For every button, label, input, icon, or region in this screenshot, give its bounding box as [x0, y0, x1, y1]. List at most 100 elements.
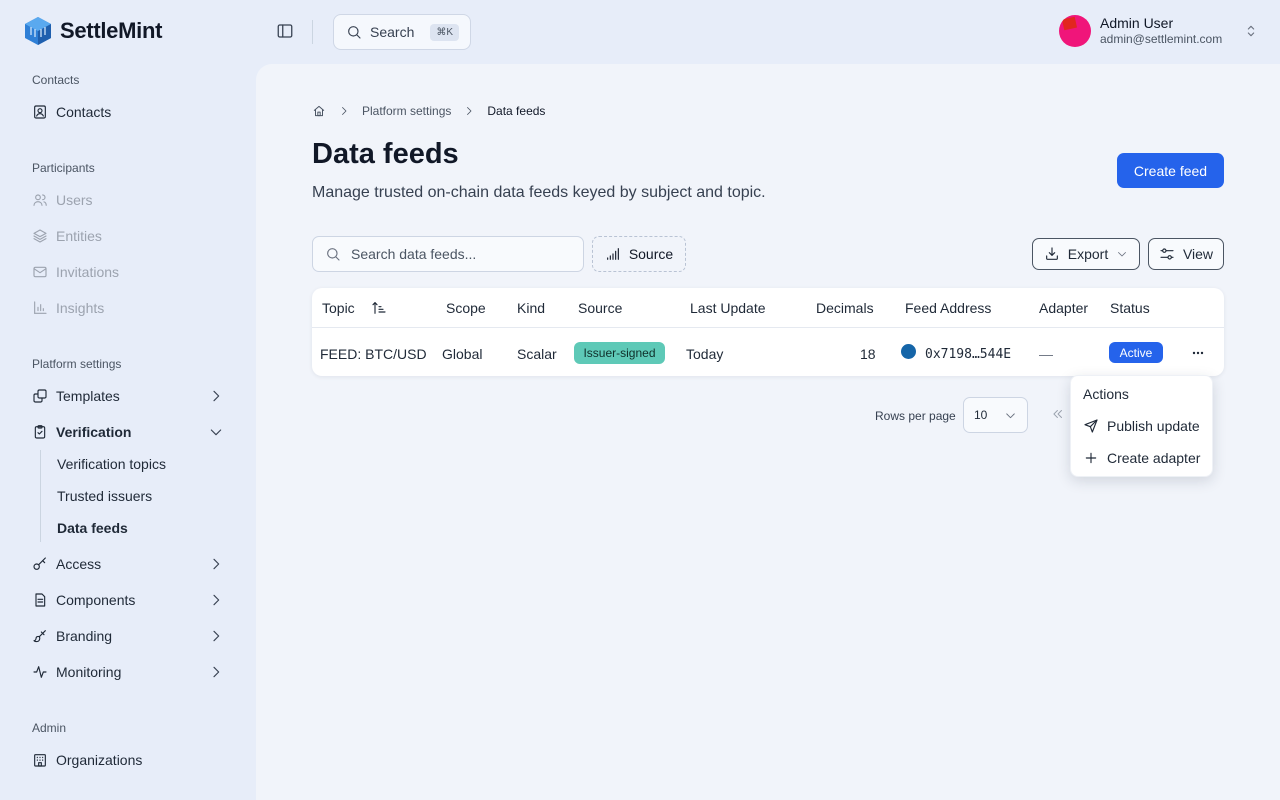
sidebar-item-label: Branding [56, 628, 113, 644]
signal-bars-icon [605, 246, 621, 262]
clipboard-check-icon [32, 424, 48, 440]
chevron-right-icon [208, 592, 224, 608]
user-menu[interactable]: Admin User admin@settlemint.com [1059, 15, 1259, 47]
search-icon [325, 246, 341, 262]
breadcrumb-item-platform-settings[interactable]: Platform settings [362, 104, 451, 118]
rows-per-page-value: 10 [974, 408, 988, 422]
sidebar-item-verification[interactable]: Verification [32, 418, 224, 446]
cell-feed-address[interactable]: 0x7198…544E [925, 347, 1011, 362]
sidebar-section-platform-settings: Platform settings [32, 357, 122, 371]
app-name: SettleMint [60, 18, 163, 43]
status-badge: Active [1109, 342, 1163, 363]
sidebar-item-label: Insights [56, 300, 105, 316]
sidebar-item-users[interactable]: Users [32, 186, 224, 214]
users-icon [32, 192, 48, 208]
data-feeds-search [312, 236, 584, 272]
first-page-icon[interactable] [1051, 407, 1065, 421]
sidebar-item-label: Templates [56, 388, 120, 404]
search-shortcut: ⌘K [430, 23, 460, 41]
column-header-feed-address[interactable]: Feed Address [905, 300, 991, 316]
sidebar-item-label: Verification [56, 424, 132, 440]
cell-decimals: 18 [860, 346, 876, 362]
breadcrumb: Platform settings Data feeds [312, 104, 545, 118]
sidebar-item-access[interactable]: Access [32, 550, 224, 578]
column-header-status[interactable]: Status [1110, 300, 1150, 316]
sidebar-item-label: Contacts [56, 104, 112, 120]
key-icon [32, 556, 48, 572]
rows-per-page-select[interactable]: 10 [963, 397, 1028, 433]
chevron-down-icon [1116, 248, 1128, 260]
source-badge: Issuer-signed [574, 342, 665, 364]
app-logo[interactable]: SettleMint [24, 16, 162, 46]
contact-card-icon [32, 104, 48, 120]
sort-ascending-icon[interactable] [371, 300, 387, 316]
home-icon[interactable] [312, 104, 326, 118]
sidebar-subitem-data-feeds[interactable]: Data feeds [57, 520, 128, 536]
sidebar-item-branding[interactable]: Branding [32, 622, 224, 650]
menu-item-publish-update[interactable]: Publish update [1083, 413, 1207, 439]
layers-icon [32, 228, 48, 244]
mail-icon [32, 264, 48, 280]
chevrons-up-down-icon [1243, 23, 1259, 39]
cell-adapter: — [1039, 346, 1053, 362]
sidebar-item-monitoring[interactable]: Monitoring [32, 658, 224, 686]
page-subtitle: Manage trusted on-chain data feeds keyed… [312, 184, 766, 201]
chevron-right-icon [208, 556, 224, 572]
sidebar-section-participants: Participants [32, 161, 95, 175]
source-filter-label: Source [628, 246, 674, 262]
create-feed-button[interactable]: Create feed [1117, 153, 1224, 188]
column-header-scope[interactable]: Scope [446, 300, 486, 316]
submenu-guide-line [40, 450, 41, 542]
global-search-button[interactable]: Search ⌘K [333, 14, 471, 50]
sidebar-item-contacts[interactable]: Contacts [32, 98, 224, 126]
sidebar-item-label: Components [56, 592, 136, 608]
address-avatar-dot [901, 344, 916, 359]
search-icon [346, 24, 362, 40]
cell-last-update: Today [686, 346, 724, 362]
column-header-decimals[interactable]: Decimals [816, 300, 874, 316]
row-actions-menu: Actions Publish update Create adapter [1070, 375, 1213, 477]
column-header-topic[interactable]: Topic [322, 300, 355, 316]
building-icon [32, 752, 48, 768]
chevron-down-icon [1004, 409, 1017, 422]
sidebar-item-components[interactable]: Components [32, 586, 224, 614]
sidebar-item-entities[interactable]: Entities [32, 222, 224, 250]
user-email: admin@settlemint.com [1100, 32, 1223, 46]
sidebar-item-label: Users [56, 192, 93, 208]
bar-chart-icon [32, 300, 48, 316]
chevron-right-icon [208, 388, 224, 404]
export-label: Export [1067, 246, 1109, 262]
sidebar-item-insights[interactable]: Insights [32, 294, 224, 322]
column-header-kind[interactable]: Kind [517, 300, 545, 316]
export-button[interactable]: Export [1032, 238, 1140, 270]
topbar-divider [312, 20, 313, 44]
activity-icon [32, 664, 48, 680]
sidebar-subitem-trusted-issuers[interactable]: Trusted issuers [57, 488, 152, 504]
sidebar-item-label: Access [56, 556, 102, 572]
sidebar-toggle-icon[interactable] [276, 22, 296, 42]
settlemint-logo-icon [25, 17, 51, 45]
user-name: Admin User [1100, 15, 1174, 31]
column-header-last-update[interactable]: Last Update [690, 300, 766, 316]
menu-item-create-adapter[interactable]: Create adapter [1083, 445, 1207, 471]
source-filter-button[interactable]: Source [592, 236, 686, 272]
menu-item-label: Publish update [1107, 418, 1200, 434]
sidebar-subitem-verification-topics[interactable]: Verification topics [57, 456, 166, 472]
table-header: Topic Scope Kind Source Last Update Deci… [312, 288, 1224, 328]
more-horizontal-icon[interactable] [1190, 345, 1206, 361]
data-feeds-table: Topic Scope Kind Source Last Update Deci… [312, 288, 1224, 376]
data-feeds-search-input[interactable] [351, 246, 571, 262]
sidebar-item-templates[interactable]: Templates [32, 382, 224, 410]
sidebar-item-organizations[interactable]: Organizations [32, 746, 224, 774]
sidebar-item-label: Monitoring [56, 664, 122, 680]
send-icon [1083, 418, 1099, 434]
view-button[interactable]: View [1148, 238, 1224, 270]
chevron-right-icon [208, 664, 224, 680]
column-header-adapter[interactable]: Adapter [1039, 300, 1088, 316]
chevron-right-icon [338, 105, 350, 117]
chevron-down-icon [208, 424, 224, 440]
chevron-right-icon [208, 628, 224, 644]
column-header-source[interactable]: Source [578, 300, 622, 316]
sidebar-item-invitations[interactable]: Invitations [32, 258, 224, 286]
sidebar-item-label: Organizations [56, 752, 143, 768]
